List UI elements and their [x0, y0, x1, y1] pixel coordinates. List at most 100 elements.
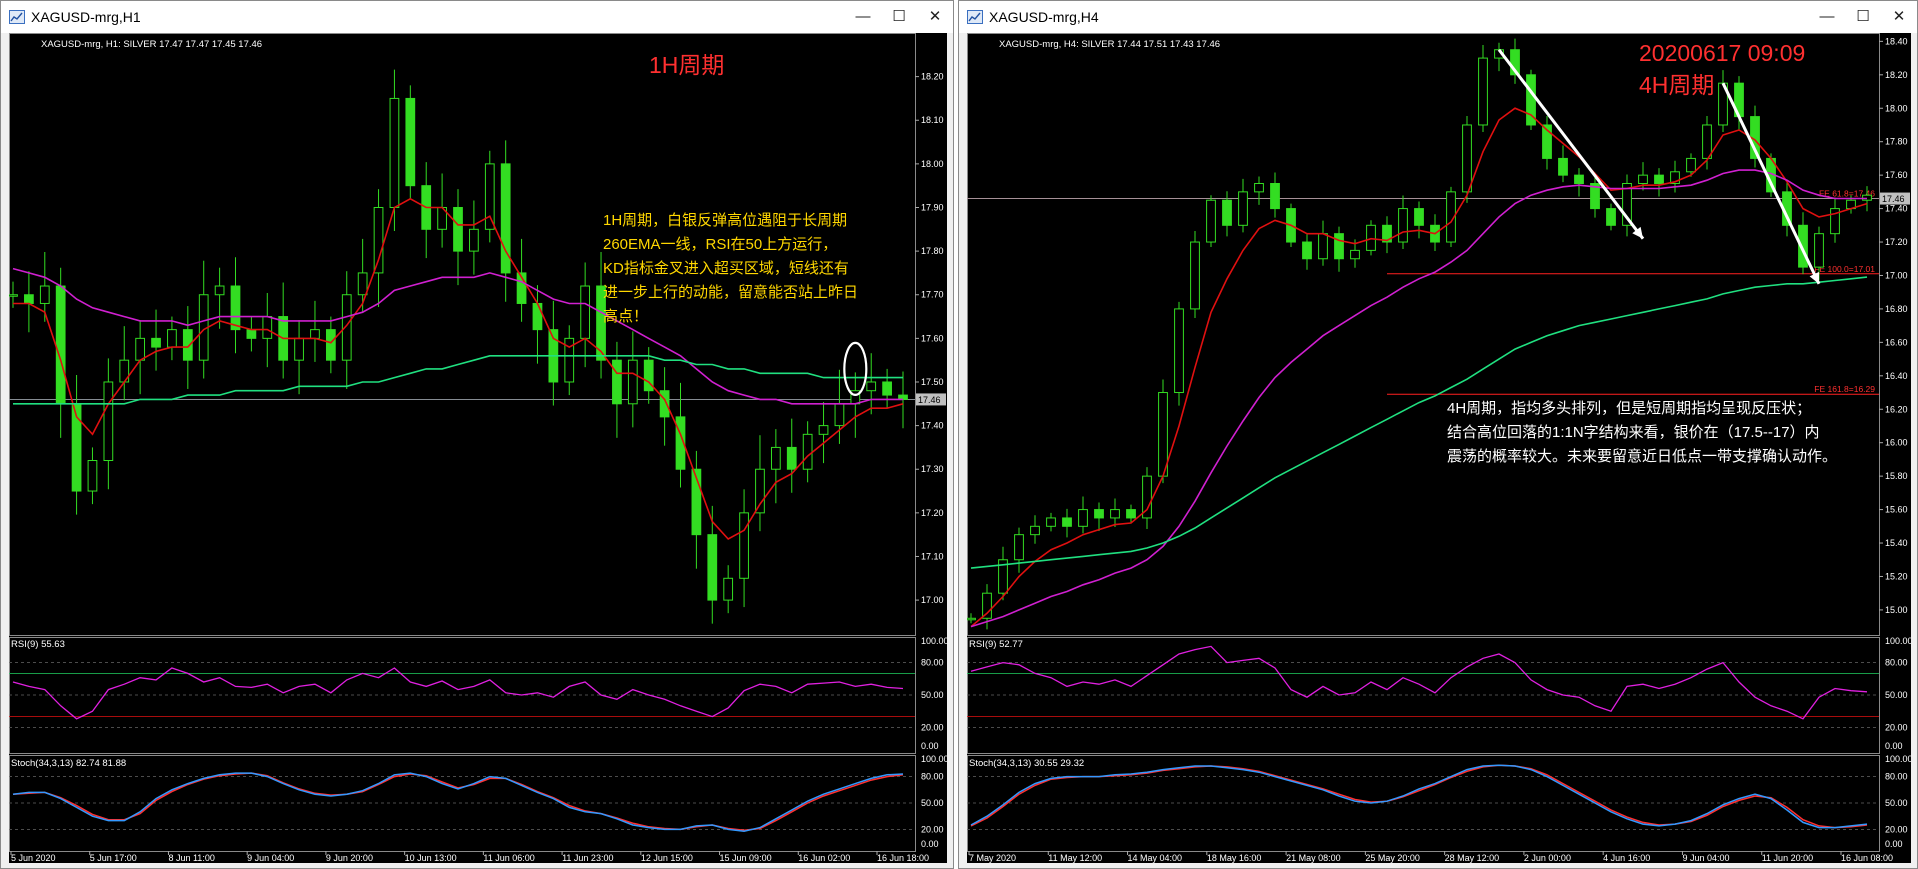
time-tick-label: 11 Jun 20:00: [1762, 853, 1813, 863]
time-tick-label: 8 Jun 11:00: [168, 853, 214, 863]
candle-body: [707, 534, 718, 601]
rsi-tick-label: 20.00: [1885, 722, 1908, 732]
price-tick-label: 17.20: [921, 508, 944, 518]
candle-body: [214, 285, 225, 296]
rsi-tick-label: 80.00: [921, 658, 944, 668]
candle-body: [182, 329, 193, 361]
stoch-tick-label: 80.00: [921, 772, 944, 782]
chart-window-h1: XAGUSD-mrg,H1 — ☐ ✕ 18.20 18.10 18.00 17.90…: [0, 0, 954, 869]
candle-body: [627, 359, 638, 405]
window-titlebar[interactable]: XAGUSD-mrg,H1 — ☐ ✕: [1, 1, 953, 33]
symbol-info: XAGUSD-mrg, H1: SILVER 17.47 17.47 17.45…: [41, 39, 262, 50]
stoch-tick-label: 80.00: [1885, 772, 1908, 782]
price-tick-label: 16.80: [1885, 304, 1908, 314]
window-titlebar[interactable]: XAGUSD-mrg,H4 — ☐ ✕: [959, 1, 1917, 33]
candle-body: [882, 381, 892, 396]
chart-window-h4: XAGUSD-mrg,H4 — ☐ ✕ 18.40 18.20 18.00 17.80…: [958, 0, 1918, 869]
period-label: 4H周期: [1639, 72, 1714, 98]
rsi-label: RSI(9) 52.77: [969, 639, 1023, 650]
maximize-button[interactable]: ☐: [1849, 7, 1877, 27]
annotation-line-3: 震荡的概率较大。未来要留意近日低点一带支撑确认动作。: [1447, 447, 1837, 465]
price-tick-label: 17.70: [921, 290, 944, 300]
price-tick-label: 16.60: [1885, 337, 1908, 347]
chart-area[interactable]: 18.40 18.20 18.00 17.80 17.60 17.40 17.20 17.00…: [966, 33, 1913, 863]
candle-body: [294, 337, 304, 361]
candle-body: [755, 468, 765, 514]
candle-body: [1318, 233, 1328, 260]
candle-body: [1414, 208, 1424, 226]
minimize-button[interactable]: —: [1813, 7, 1841, 27]
candle-body: [723, 577, 734, 601]
chart-area[interactable]: 18.20 18.10 18.00 17.90 17.80 17.70 17.60 17.50…: [8, 33, 949, 863]
candle-body: [1366, 224, 1376, 251]
candle-body: [580, 285, 591, 339]
price-tick-label: 15.60: [1885, 505, 1908, 515]
price-tick-label: 17.50: [921, 377, 944, 387]
annotation-line-2: 260EMA一线，RSI在50上方运行，: [603, 236, 837, 253]
maximize-button[interactable]: ☐: [885, 7, 913, 27]
price-tick-label: 16.00: [1885, 438, 1908, 448]
time-tick-label: 28 May 12:00: [1445, 853, 1500, 863]
price-tick-label: 17.10: [921, 551, 944, 561]
price-tick-label: 17.00: [921, 595, 944, 605]
rsi-tick-label: 100.00: [921, 636, 947, 646]
candle-body: [1030, 525, 1040, 536]
period-label: 1H周期: [649, 52, 724, 78]
candle-body: [1078, 509, 1088, 527]
candle-body: [24, 294, 34, 304]
stoch-main-line: [970, 764, 1868, 829]
rsi-tick-label: 0.00: [921, 741, 939, 751]
time-tick-label: 14 May 04:00: [1128, 853, 1183, 863]
candle-body: [357, 272, 368, 296]
candle-body: [1398, 208, 1408, 243]
candle-body: [1270, 183, 1280, 210]
candle-body: [1302, 241, 1312, 260]
time-tick-label: 2 Jun 00:00: [1524, 853, 1571, 863]
price-tick-label: 17.30: [921, 464, 944, 474]
date-label: 20200617 09:09: [1639, 40, 1805, 66]
candle-body: [341, 294, 352, 361]
stoch-panel-border: [9, 755, 916, 852]
ema_long-line: [970, 276, 1868, 569]
close-button[interactable]: ✕: [1885, 7, 1913, 27]
window-title: XAGUSD-mrg,H1: [31, 9, 141, 25]
candle-body: [310, 329, 320, 339]
rsi-line: [12, 667, 904, 720]
close-button[interactable]: ✕: [921, 7, 949, 27]
price-chart[interactable]: 18.40 18.20 18.00 17.80 17.60 17.40 17.20 17.00…: [966, 33, 1913, 863]
stoch-tick-label: 100.00: [1885, 754, 1911, 764]
rsi-tick-label: 80.00: [1885, 658, 1908, 668]
minimize-button[interactable]: —: [849, 7, 877, 27]
price-tick-label: 16.20: [1885, 404, 1908, 414]
candle-body: [1334, 233, 1344, 260]
time-tick-label: 10 Jun 13:00: [405, 853, 457, 863]
price-tick-label: 15.40: [1885, 538, 1908, 548]
candle-body: [1158, 392, 1168, 477]
stoch-label: Stoch(34,3,13) 30.55 29.32: [969, 758, 1084, 769]
annotation-line-5: 高点！: [603, 308, 648, 325]
rsi-tick-label: 20.00: [921, 722, 944, 732]
annotation-line-1: 1H周期，白银反弹高位遇阻于长周期: [603, 212, 847, 229]
price-tick-label: 15.80: [1885, 471, 1908, 481]
candle-body: [1190, 241, 1200, 310]
time-tick-label: 11 Jun 23:00: [562, 853, 613, 863]
price-chart[interactable]: 18.20 18.10 18.00 17.90 17.80 17.70 17.60 17.50…: [8, 33, 949, 863]
price-tick-label: 17.90: [921, 202, 944, 212]
candle-body: [1478, 57, 1488, 126]
stoch-tick-label: 20.00: [921, 824, 944, 834]
price-tick-label: 18.00: [921, 159, 944, 169]
time-tick-label: 9 Jun 04:00: [247, 853, 294, 863]
main-panel-border: [9, 33, 916, 636]
time-tick-label: 9 Jun 04:00: [1682, 853, 1729, 863]
candle-body: [167, 329, 177, 348]
candle-body: [1222, 199, 1232, 226]
time-tick-label: 25 May 20:00: [1365, 853, 1420, 863]
stoch-tick-label: 20.00: [1885, 824, 1908, 834]
candle-body: [87, 460, 98, 492]
time-tick-label: 12 Jun 15:00: [641, 853, 693, 863]
rsi-panel-border: [967, 637, 1880, 754]
candle-body: [151, 337, 161, 348]
window-title: XAGUSD-mrg,H4: [989, 9, 1099, 25]
stoch-panel-border: [967, 755, 1880, 852]
candle-body: [1814, 233, 1824, 268]
